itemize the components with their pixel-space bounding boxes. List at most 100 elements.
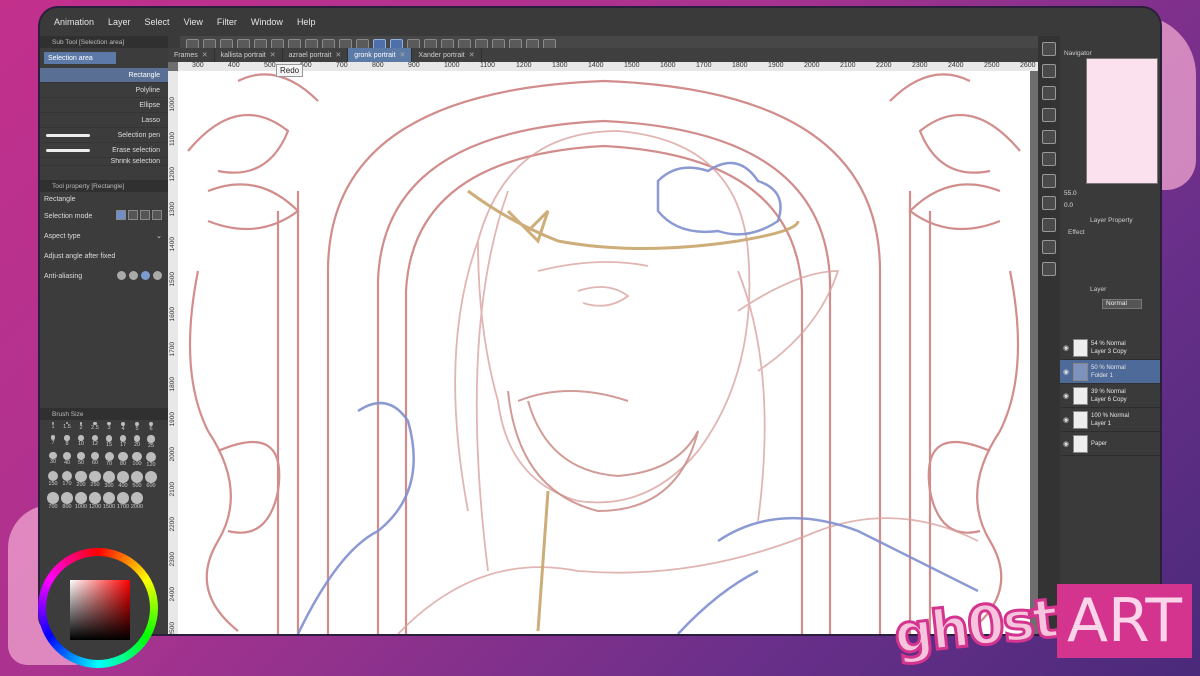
menu-animation[interactable]: Animation bbox=[54, 17, 94, 27]
brush-size-cell[interactable]: 2.5 bbox=[88, 422, 102, 432]
brush-size-cell[interactable]: 2 bbox=[74, 422, 88, 432]
animation-timeline-icon[interactable] bbox=[1042, 174, 1056, 188]
brush-size-cell[interactable]: 120 bbox=[144, 451, 158, 468]
subtool-lasso[interactable]: Lasso bbox=[40, 113, 168, 128]
saturation-value-square[interactable] bbox=[70, 580, 130, 640]
item-bank-icon[interactable] bbox=[1042, 152, 1056, 166]
subtool-polyline[interactable]: Polyline bbox=[40, 83, 168, 98]
tab-gronk-portrait[interactable]: gronk portrait ✕ bbox=[348, 48, 413, 62]
layer-search-icon[interactable] bbox=[1042, 86, 1056, 100]
close-icon[interactable]: ✕ bbox=[202, 51, 208, 59]
menu-layer[interactable]: Layer bbox=[108, 17, 131, 27]
intersect-selection-icon[interactable] bbox=[152, 210, 162, 220]
brush-size-cell[interactable]: 300 bbox=[102, 470, 116, 489]
menu-select[interactable]: Select bbox=[145, 17, 170, 27]
brush-size-cell[interactable]: 40 bbox=[60, 451, 74, 468]
aa-medium-icon[interactable] bbox=[141, 270, 150, 280]
brush-size-cell[interactable]: 1700 bbox=[116, 491, 130, 510]
navigator-icon[interactable] bbox=[1042, 42, 1056, 56]
subtool-selection-pen[interactable]: Selection pen bbox=[40, 128, 168, 143]
menu-filter[interactable]: Filter bbox=[217, 17, 237, 27]
brush-size-cell[interactable]: 500 bbox=[130, 470, 144, 489]
auto-actions-icon[interactable] bbox=[1042, 130, 1056, 144]
add-selection-icon[interactable] bbox=[128, 210, 138, 220]
brush-size-cell[interactable]: 80 bbox=[116, 451, 130, 468]
brush-size-cell[interactable]: 50 bbox=[74, 451, 88, 468]
canvas-area[interactable]: 300 400 500 600 700 800 900 1000 1100 1200 1300 140… bbox=[168, 62, 1040, 634]
brush-size-cell[interactable]: 25 bbox=[144, 435, 158, 449]
subtool-erase-selection[interactable]: Erase selection bbox=[40, 143, 168, 158]
chevron-down-icon[interactable]: ⌄ bbox=[156, 232, 162, 240]
brush-size-cell[interactable]: 600 bbox=[144, 470, 158, 489]
subtool-ellipse[interactable]: Ellipse bbox=[40, 98, 168, 113]
aspect-type-row[interactable]: Aspect type ⌄ bbox=[40, 226, 168, 246]
subtool-group-tab[interactable]: Selection area bbox=[44, 52, 116, 64]
subtool-rectangle[interactable]: Rectangle bbox=[40, 68, 168, 83]
brush-size-cell[interactable]: 20 bbox=[130, 435, 144, 448]
info-icon[interactable] bbox=[1042, 240, 1056, 254]
brush-size-cell[interactable]: 100 bbox=[130, 451, 144, 468]
brush-size-cell[interactable]: 1000 bbox=[74, 491, 88, 510]
brush-size-cell[interactable]: 1200 bbox=[88, 491, 102, 510]
brush-size-cell[interactable]: 10 bbox=[74, 435, 88, 448]
adjust-angle-row[interactable]: Adjust angle after fixed bbox=[40, 246, 168, 266]
color-wheel[interactable] bbox=[38, 548, 158, 668]
brush-size-cell[interactable]: 200 bbox=[74, 470, 88, 489]
brush-size-cell[interactable]: 60 bbox=[88, 451, 102, 468]
close-icon[interactable]: ✕ bbox=[270, 51, 276, 59]
brush-size-cell[interactable]: 5 bbox=[130, 422, 144, 432]
brush-size-cell[interactable]: 150 bbox=[46, 470, 60, 489]
layer-row[interactable]: ◉ 100 % Normal Layer 1 bbox=[1060, 408, 1160, 432]
brush-size-cell[interactable]: 6 bbox=[144, 422, 158, 432]
menu-help[interactable]: Help bbox=[297, 17, 316, 27]
layer-row[interactable]: ◉ 54 % Normal Layer 3 Copy bbox=[1060, 336, 1160, 360]
brush-size-cell[interactable]: 170 bbox=[60, 470, 74, 489]
layer-row[interactable]: ◉ 39 % Normal Layer 6 Copy bbox=[1060, 384, 1160, 408]
visibility-eye-icon[interactable]: ◉ bbox=[1062, 416, 1070, 424]
brush-size-cell[interactable]: 8 bbox=[60, 435, 74, 448]
tab-kallista-portrait[interactable]: kallista portrait ✕ bbox=[215, 48, 283, 62]
tab-frames[interactable]: Frames ✕ bbox=[168, 48, 215, 62]
brush-size-cell[interactable]: 12 bbox=[88, 435, 102, 448]
subtract-selection-icon[interactable] bbox=[140, 210, 150, 220]
aa-weak-icon[interactable] bbox=[129, 270, 138, 280]
brush-size-cell[interactable]: 3 bbox=[102, 422, 116, 432]
visibility-eye-icon[interactable]: ◉ bbox=[1062, 368, 1070, 376]
sub-view-icon[interactable] bbox=[1042, 196, 1056, 210]
brush-size-cell[interactable]: 700 bbox=[46, 491, 60, 510]
drawing-canvas[interactable] bbox=[178, 71, 1030, 634]
brush-size-cell[interactable]: 2000 bbox=[130, 491, 144, 510]
brush-size-cell[interactable]: 4 bbox=[116, 422, 130, 432]
visibility-eye-icon[interactable]: ◉ bbox=[1062, 344, 1070, 352]
brush-size-cell[interactable]: 1 bbox=[46, 422, 60, 432]
layer-property-icon[interactable] bbox=[1042, 262, 1056, 276]
navigator-preview[interactable] bbox=[1086, 58, 1158, 184]
brush-size-cell[interactable]: 400 bbox=[116, 470, 130, 489]
menu-view[interactable]: View bbox=[184, 17, 203, 27]
brush-size-cell[interactable]: 15 bbox=[102, 435, 116, 448]
layer-row[interactable]: ◉ Paper bbox=[1060, 432, 1160, 456]
brush-size-cell[interactable]: 1.5 bbox=[60, 422, 74, 432]
blend-mode-select[interactable]: Normal bbox=[1102, 299, 1142, 309]
visibility-eye-icon[interactable]: ◉ bbox=[1062, 440, 1070, 448]
brush-size-cell[interactable]: 1500 bbox=[102, 491, 116, 510]
aa-none-icon[interactable] bbox=[117, 270, 126, 280]
close-icon[interactable]: ✕ bbox=[335, 51, 341, 59]
tab-azrael-portrait[interactable]: azrael portrait ✕ bbox=[283, 48, 349, 62]
close-icon[interactable]: ✕ bbox=[400, 51, 406, 59]
history-icon[interactable] bbox=[1042, 108, 1056, 122]
brush-size-cell[interactable]: 30 bbox=[46, 451, 60, 468]
rotation-value[interactable]: 0.0 bbox=[1064, 202, 1073, 209]
aa-strong-icon[interactable] bbox=[153, 270, 162, 280]
tab-xander-portrait[interactable]: Xander portrait ✕ bbox=[412, 48, 482, 62]
brush-size-cell[interactable]: 800 bbox=[60, 491, 74, 510]
menu-window[interactable]: Window bbox=[251, 17, 283, 27]
new-selection-icon[interactable] bbox=[116, 210, 126, 220]
brush-size-cell[interactable]: 7 bbox=[46, 435, 60, 448]
visibility-eye-icon[interactable]: ◉ bbox=[1062, 392, 1070, 400]
layer-row[interactable]: ◉ 50 % Normal Folder 1 bbox=[1060, 360, 1160, 384]
brush-size-cell[interactable]: 17 bbox=[116, 435, 130, 448]
material-icon[interactable] bbox=[1042, 64, 1056, 78]
brush-size-cell[interactable]: 250 bbox=[88, 470, 102, 489]
subtool-shrink-selection[interactable]: Shrink selection bbox=[40, 158, 168, 166]
